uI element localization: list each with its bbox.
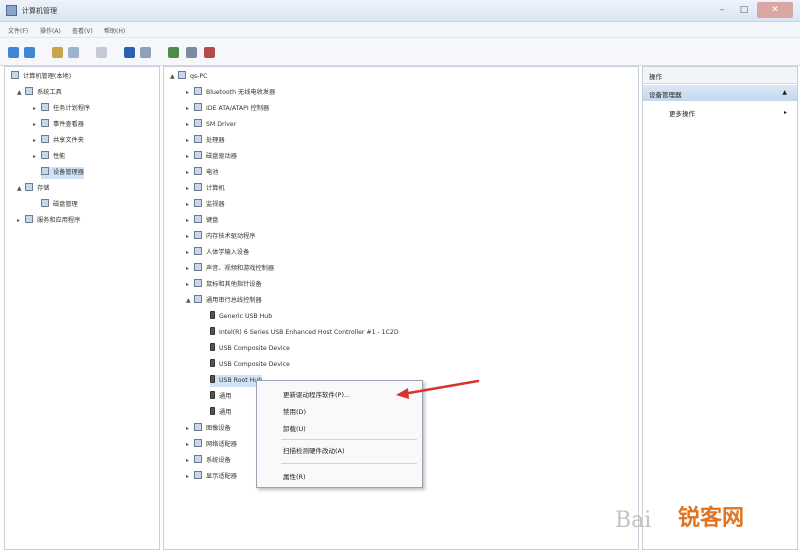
baidu-watermark: Bai: [615, 508, 652, 533]
annotation-arrow: [396, 379, 480, 399]
site-watermark-logo: 锐客网: [678, 503, 758, 535]
